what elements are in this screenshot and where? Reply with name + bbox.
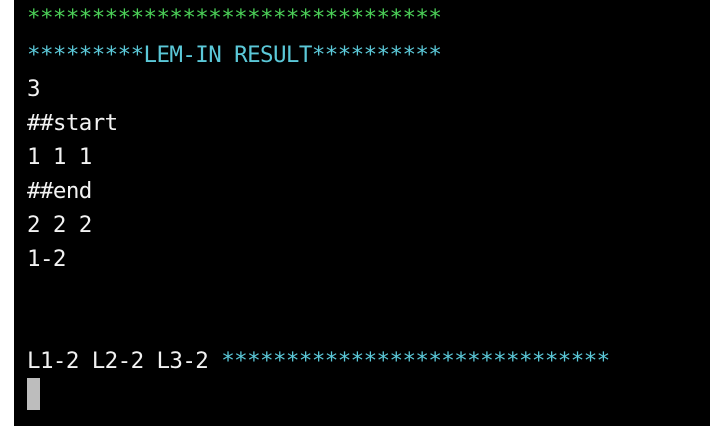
result-title-line: *********LEM-IN RESULT********** [27, 42, 442, 68]
moves-text: L1-2 L2-2 L3-2 [27, 348, 222, 374]
output-line-moves: L1-2 L2-2 L3-2 *************************… [27, 346, 610, 376]
output-line-start-room: 1 1 1 [27, 144, 92, 170]
output-line-start-marker: ##start [27, 110, 118, 136]
output-line-link: 1-2 [27, 246, 66, 272]
output-line-end-marker: ##end [27, 178, 92, 204]
moves-border-stars: ****************************** [221, 348, 610, 374]
output-line-end-room: 2 2 2 [27, 212, 92, 238]
output-line-ant-count: 3 [27, 76, 41, 102]
text-cursor[interactable] [27, 378, 40, 410]
terminal-window[interactable]: ******************************** *******… [14, 0, 710, 426]
header-border-line: ******************************** [27, 5, 442, 31]
